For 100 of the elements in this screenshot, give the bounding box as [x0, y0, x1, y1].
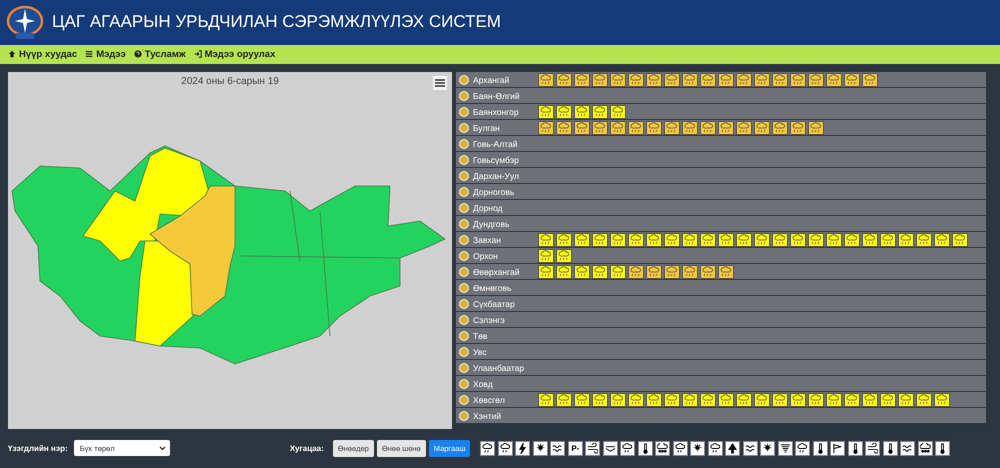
warning-tile[interactable]	[538, 72, 554, 87]
warning-tile[interactable]	[664, 232, 680, 247]
warning-tile[interactable]	[700, 264, 716, 279]
menu-button[interactable]	[433, 76, 447, 90]
warning-tile[interactable]	[574, 392, 590, 407]
warning-tile[interactable]	[808, 232, 824, 247]
warning-tile[interactable]	[880, 392, 896, 407]
warning-tile[interactable]	[664, 264, 680, 279]
warning-tile[interactable]	[898, 232, 914, 247]
warning-tile[interactable]	[862, 392, 878, 407]
warning-tile[interactable]	[844, 232, 860, 247]
warning-tile[interactable]	[790, 392, 806, 407]
warning-tile[interactable]	[718, 264, 734, 279]
warning-tile[interactable]	[934, 392, 950, 407]
rain-cloud-icon[interactable]	[708, 440, 723, 456]
warning-tile[interactable]	[574, 120, 590, 135]
warning-tile[interactable]	[538, 392, 554, 407]
warning-tile[interactable]	[556, 232, 572, 247]
warning-tile[interactable]	[700, 232, 716, 247]
warning-tile[interactable]	[916, 232, 932, 247]
warning-tile[interactable]	[556, 248, 572, 263]
warning-tile[interactable]	[772, 72, 788, 87]
warning-tile[interactable]	[700, 392, 716, 407]
warning-tile[interactable]	[574, 72, 590, 87]
rain-cloud-icon[interactable]	[620, 440, 636, 456]
warning-tile[interactable]	[682, 392, 698, 407]
warning-tile[interactable]	[772, 120, 788, 135]
warning-tile[interactable]	[610, 392, 626, 407]
warning-tile[interactable]	[574, 104, 590, 119]
warning-tile[interactable]	[664, 392, 680, 407]
warning-tile[interactable]	[736, 392, 752, 407]
thermometer-icon[interactable]	[638, 440, 653, 456]
warning-tile[interactable]	[610, 232, 626, 247]
warning-tile[interactable]	[682, 120, 698, 135]
warning-tile[interactable]	[646, 120, 662, 135]
warning-tile[interactable]	[628, 392, 644, 407]
warning-tile[interactable]	[628, 72, 644, 87]
warning-tile[interactable]	[880, 232, 896, 247]
cloud-hail-icon[interactable]	[655, 440, 670, 456]
warning-tile[interactable]	[736, 72, 752, 87]
warning-tile[interactable]	[646, 392, 662, 407]
warning-tile[interactable]	[718, 232, 734, 247]
warning-tile[interactable]	[610, 104, 626, 119]
warning-tile[interactable]	[628, 232, 644, 247]
warning-tile[interactable]	[718, 392, 734, 407]
warning-tile[interactable]	[952, 232, 968, 247]
warning-tile[interactable]	[790, 72, 806, 87]
tornado-icon[interactable]	[778, 440, 793, 456]
sun-icon[interactable]	[690, 440, 706, 456]
warning-tile[interactable]	[556, 104, 572, 119]
warning-tile[interactable]	[862, 232, 878, 247]
warning-tile[interactable]	[772, 232, 788, 247]
warning-tile[interactable]	[736, 120, 752, 135]
warning-tile[interactable]	[898, 392, 914, 407]
warning-tile[interactable]	[790, 120, 806, 135]
fog-icon[interactable]	[602, 440, 618, 456]
warning-tile[interactable]	[754, 72, 770, 87]
warning-tile[interactable]	[826, 72, 842, 87]
warning-tile[interactable]	[844, 72, 860, 87]
sun-icon[interactable]	[532, 440, 548, 456]
sun-icon[interactable]	[760, 440, 776, 456]
warning-tile[interactable]	[646, 232, 662, 247]
cloud-hail-icon[interactable]	[918, 440, 933, 456]
warning-tile[interactable]	[934, 232, 950, 247]
warning-tile[interactable]	[736, 232, 752, 247]
warning-tile[interactable]	[538, 120, 554, 135]
warning-tile[interactable]	[826, 392, 842, 407]
warning-tile[interactable]	[682, 264, 698, 279]
warning-tile[interactable]	[592, 232, 608, 247]
thermometer-icon[interactable]	[935, 440, 950, 456]
nav-link[interactable]: Тусламж	[134, 48, 186, 60]
warning-tile[interactable]	[610, 120, 626, 135]
warning-tile[interactable]	[592, 392, 608, 407]
warning-tile[interactable]	[574, 232, 590, 247]
warning-tile[interactable]	[556, 392, 572, 407]
thermometer-icon[interactable]	[812, 440, 828, 456]
warning-tile[interactable]	[808, 72, 824, 87]
lightning-icon[interactable]	[515, 440, 530, 456]
warning-tile[interactable]	[754, 120, 770, 135]
warning-tile[interactable]	[592, 120, 608, 135]
warning-tile[interactable]	[718, 120, 734, 135]
wind-icon[interactable]	[585, 440, 600, 456]
warning-tile[interactable]	[628, 264, 644, 279]
nav-link[interactable]: Мэдээ оруулах	[194, 48, 276, 60]
warning-tile[interactable]	[628, 120, 644, 135]
rain-cloud-icon[interactable]	[795, 440, 810, 456]
warning-tile[interactable]	[916, 392, 932, 407]
warning-tile[interactable]	[790, 232, 806, 247]
warning-tile[interactable]	[664, 72, 680, 87]
nav-link[interactable]: Мэдээ	[85, 48, 126, 60]
warning-tile[interactable]	[646, 264, 662, 279]
rain-cloud-icon[interactable]	[480, 440, 496, 456]
waves-icon[interactable]	[900, 440, 916, 456]
warning-tile[interactable]	[754, 232, 770, 247]
warning-tile[interactable]	[646, 72, 662, 87]
warning-tile[interactable]	[556, 264, 572, 279]
waves-icon[interactable]	[742, 440, 758, 456]
warning-tile[interactable]	[610, 72, 626, 87]
thermometer-icon[interactable]	[882, 440, 898, 456]
warning-tile[interactable]	[682, 232, 698, 247]
